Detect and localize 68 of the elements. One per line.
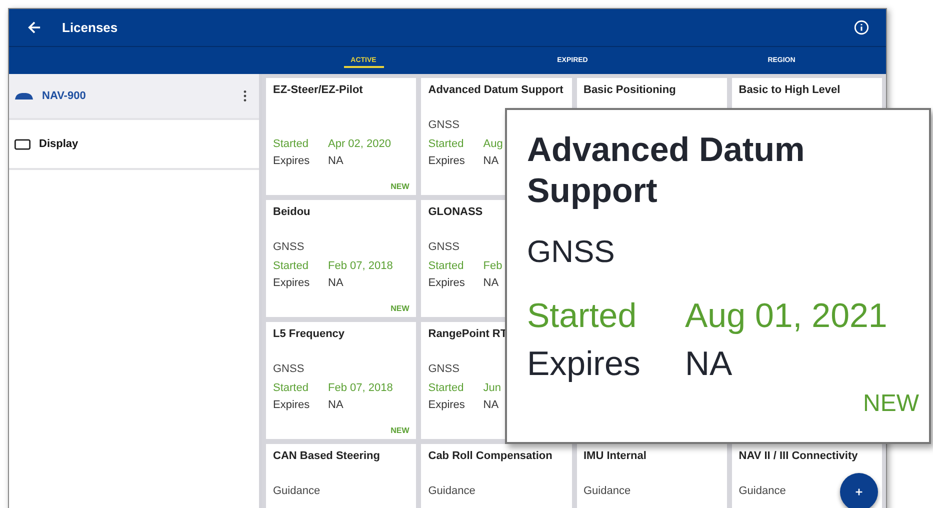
expires-value: NA [328, 398, 344, 413]
expires-label: Expires [428, 154, 466, 169]
expires-value: NA [483, 154, 499, 169]
expires-value: NA [483, 276, 499, 291]
license-card[interactable]: Beidou GNSS Started Feb 07, 2018 Expires NA NEW [266, 200, 416, 317]
started-label: Started [273, 259, 310, 274]
started-date: Aug [483, 137, 503, 152]
started-date: Apr 02, 2020 [328, 137, 391, 152]
started-label: Started [428, 259, 465, 274]
expires-value: NA [328, 276, 344, 291]
license-title: L5 Frequency [273, 328, 345, 340]
expires-label: Expires [428, 276, 466, 291]
expires-label: Expires [428, 398, 466, 413]
license-title: Advanced Datum Support [428, 84, 564, 96]
app-title: Licenses [62, 20, 118, 35]
started-label: Started [428, 137, 465, 152]
expires-label: Expires [273, 276, 311, 291]
new-label: NEW [390, 182, 410, 191]
device-name: Display [39, 138, 78, 150]
license-title: GLONASS [428, 206, 483, 218]
license-category: GNSS [428, 363, 460, 375]
device-name: NAV-900 [42, 90, 86, 102]
license-title: RangePoint RT [428, 328, 508, 340]
started-date: Jun [483, 381, 501, 396]
license-category: Guidance [584, 485, 631, 497]
more-options-icon[interactable] [243, 90, 247, 102]
expires-value: NA [483, 398, 499, 413]
plus-icon [855, 488, 863, 496]
expires-value: NA [328, 154, 344, 169]
started-label: Started [273, 381, 310, 396]
license-card[interactable]: CAN Based Steering Guidance [266, 444, 416, 508]
new-label: NEW [863, 390, 919, 417]
receiver-icon [14, 92, 34, 100]
license-category: Guidance [273, 485, 320, 497]
license-title: Beidou [273, 206, 310, 218]
started-date: Aug 01, 2021 [685, 296, 888, 337]
back-arrow-icon[interactable] [28, 21, 41, 34]
started-label: Started [273, 137, 310, 152]
started-date: Feb 07, 2018 [328, 259, 393, 274]
expires-label: Expires [273, 398, 311, 413]
started-label: Started [428, 381, 465, 396]
license-title: IMU Internal [584, 450, 646, 462]
license-card[interactable]: L5 Frequency GNSS Started Feb 07, 2018 Expires NA NEW [266, 322, 416, 439]
license-category: Guidance [738, 485, 786, 497]
license-title: Basic to High Level [738, 84, 840, 96]
license-title: NAV II / III Connectivity [738, 450, 858, 462]
sidebar-item[interactable]: NAV-900 [9, 74, 259, 120]
license-title: CAN Based Steering [273, 450, 380, 462]
license-title: Basic Positioning [584, 84, 676, 96]
license-card[interactable]: Cab Roll Compensation Guidance [421, 444, 572, 508]
sidebar-item[interactable]: Display [9, 120, 259, 170]
license-title: Cab Roll Compensation [428, 450, 552, 462]
new-label: NEW [390, 426, 410, 435]
license-card[interactable]: IMU Internal Guidance [576, 444, 727, 508]
started-date: Feb 07, 2018 [328, 381, 393, 396]
new-label: NEW [390, 304, 410, 313]
license-category: GNSS [428, 119, 460, 131]
license-category: Guidance [428, 485, 476, 497]
display-icon [14, 138, 31, 150]
expires-value: NA [685, 344, 732, 385]
started-date: Feb [483, 259, 502, 274]
license-category: GNSS [428, 241, 460, 253]
expires-label: Expires [273, 154, 311, 169]
license-category: GNSS [273, 241, 304, 253]
license-title: EZ-Steer/EZ-Pilot [273, 84, 363, 96]
info-icon[interactable] [854, 20, 869, 35]
license-card[interactable]: EZ-Steer/EZ-Pilot Started Apr 02, 2020 Expires NA NEW [266, 78, 416, 195]
license-category: GNSS [273, 363, 304, 375]
